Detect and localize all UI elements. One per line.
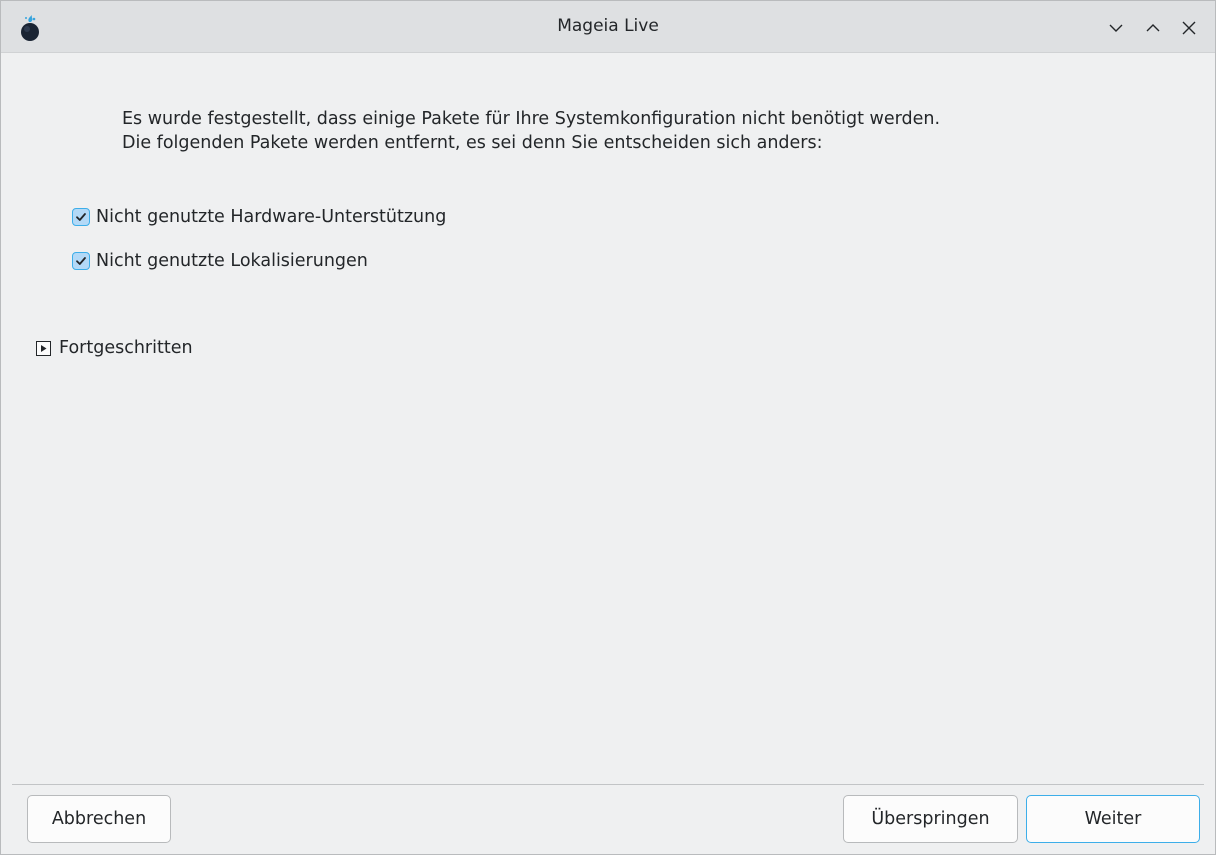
intro-line-1: Es wurde festgestellt, dass einige Paket… [122,109,941,129]
dialog-content: Es wurde festgestellt, dass einige Paket… [1,53,1215,854]
checkbox-localizations[interactable] [72,252,90,270]
cancel-button[interactable]: Abbrechen [27,795,171,843]
maximize-button[interactable] [1142,17,1164,39]
option-label-hardware: Nicht genutzte Hardware-Unterstützung [96,207,447,227]
advanced-expander[interactable]: Fortgeschritten [36,338,193,358]
option-unused-localizations[interactable]: Nicht genutzte Lokalisierungen [72,251,368,271]
close-button[interactable] [1178,17,1200,39]
checkbox-hardware[interactable] [72,208,90,226]
advanced-label: Fortgeschritten [59,338,193,358]
chevron-up-icon [1146,24,1160,32]
installer-window: Mageia Live Es wurde festgestellt, dass … [0,0,1216,855]
triangle-right-icon [41,344,47,352]
title-bar[interactable]: Mageia Live [1,1,1215,53]
expander-arrow-icon[interactable] [36,340,51,356]
checkmark-icon [76,213,86,221]
option-label-localizations: Nicht genutzte Lokalisierungen [96,251,368,271]
next-button[interactable]: Weiter [1026,795,1200,843]
close-icon [1182,21,1196,35]
minimize-button[interactable] [1105,17,1127,39]
intro-text: Es wurde festgestellt, dass einige Paket… [122,107,940,155]
option-unused-hardware[interactable]: Nicht genutzte Hardware-Unterstützung [72,207,446,227]
intro-line-2: Die folgenden Pakete werden entfernt, es… [122,133,823,153]
skip-button[interactable]: Überspringen [843,795,1018,843]
separator [12,784,1204,785]
checkmark-icon [76,257,86,265]
chevron-down-icon [1109,24,1123,32]
window-title: Mageia Live [557,16,659,36]
